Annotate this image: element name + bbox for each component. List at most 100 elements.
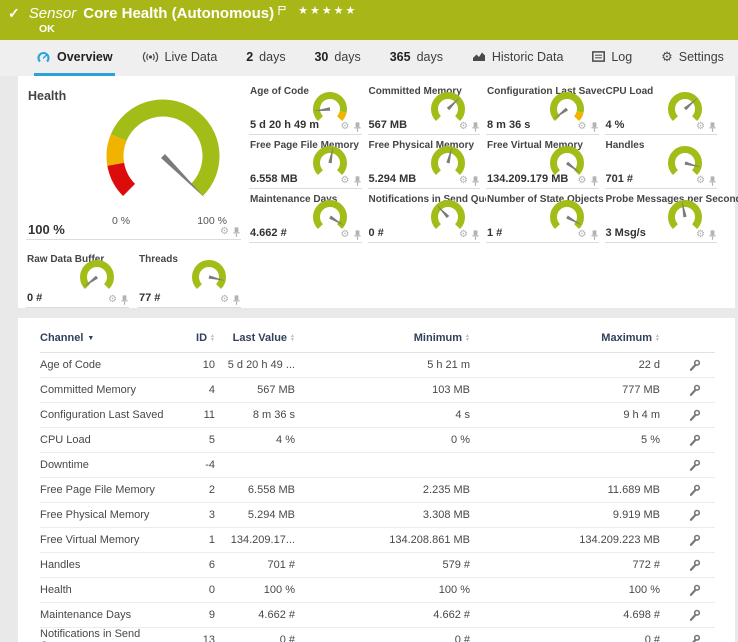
gauge-icon xyxy=(36,51,51,63)
id-cell: 11 xyxy=(170,409,215,421)
gear-icon[interactable]: ⚙ xyxy=(696,176,705,186)
channel-cell: Downtime xyxy=(40,459,170,471)
tab-label: Settings xyxy=(679,50,724,64)
gear-icon[interactable]: ⚙ xyxy=(696,230,705,240)
tab-30-days[interactable]: 30 days xyxy=(312,40,362,76)
gauge-value: 4.662 # xyxy=(250,227,287,239)
gauge-value: 567 MB xyxy=(369,119,408,131)
pin-icon[interactable] xyxy=(472,230,479,240)
last-value-cell: 0 # xyxy=(215,634,295,642)
channel-cell: CPU Load xyxy=(40,434,170,446)
priority-stars[interactable]: ★★★★★ xyxy=(298,3,357,20)
column-header-maximum[interactable]: Maximum▲▼ xyxy=(470,332,660,344)
tab-log[interactable]: Log xyxy=(590,40,634,76)
tab-label: Live Data xyxy=(165,50,218,64)
gauge-title: Health xyxy=(28,89,66,103)
channel-settings-wrench-icon[interactable] xyxy=(689,634,701,642)
pin-icon[interactable] xyxy=(709,176,716,186)
gear-icon[interactable]: ⚙ xyxy=(108,295,117,305)
sensor-status-badge: OK xyxy=(39,23,728,35)
channel-settings-wrench-icon[interactable] xyxy=(689,584,701,596)
status-ok-check-icon: ✓ xyxy=(8,5,20,22)
tab-2-days[interactable]: 2 days xyxy=(244,40,287,76)
gear-icon[interactable]: ⚙ xyxy=(696,122,705,132)
pin-icon[interactable] xyxy=(354,176,361,186)
id-cell: 10 xyxy=(170,359,215,371)
column-header-last-value[interactable]: Last Value▲▼ xyxy=(215,332,295,344)
tab-overview[interactable]: Overview xyxy=(34,40,115,76)
id-cell: 6 xyxy=(170,559,215,571)
channel-cell: Maintenance Days xyxy=(40,609,170,621)
sort-desc-icon[interactable]: ▼ xyxy=(87,335,94,342)
tile-actions: ⚙ xyxy=(696,176,716,186)
pin-icon[interactable] xyxy=(354,122,361,132)
flag-icon[interactable] xyxy=(278,2,286,19)
gear-icon[interactable]: ⚙ xyxy=(341,122,350,132)
column-header-minimum[interactable]: Minimum▲▼ xyxy=(295,332,470,344)
pin-icon[interactable] xyxy=(709,122,716,132)
gauge-title: Age of Code xyxy=(250,86,309,97)
gear-icon[interactable]: ⚙ xyxy=(341,176,350,186)
minimum-cell: 0 % xyxy=(295,434,470,446)
channel-settings-wrench-icon[interactable] xyxy=(689,509,701,521)
channel-settings-wrench-icon[interactable] xyxy=(689,484,701,496)
tab-365-days[interactable]: 365 days xyxy=(388,40,445,76)
channel-settings-wrench-icon[interactable] xyxy=(689,534,701,546)
gauge-value: 5.294 MB xyxy=(369,173,417,185)
column-header-channel[interactable]: Channel▼ xyxy=(40,332,170,344)
gauge-value: 134.209.179 MB xyxy=(487,173,568,185)
tile-actions: ⚙ xyxy=(341,230,361,240)
tile-actions: ⚙ xyxy=(341,122,361,132)
maximum-cell: 772 # xyxy=(470,559,660,571)
channel-settings-wrench-icon[interactable] xyxy=(689,409,701,421)
minimum-cell: 134.208.861 MB xyxy=(295,534,470,546)
table-row-notifications-in-send-queue: Notifications in Send Queue 13 0 # 0 # 0… xyxy=(40,628,715,642)
pin-icon[interactable] xyxy=(233,295,240,305)
pin-icon[interactable] xyxy=(591,176,598,186)
tab-historic-data[interactable]: Historic Data xyxy=(470,40,566,76)
pin-icon[interactable] xyxy=(709,230,716,240)
live-icon xyxy=(142,51,159,63)
gear-icon[interactable]: ⚙ xyxy=(341,230,350,240)
gear-icon[interactable]: ⚙ xyxy=(459,122,468,132)
table-row-free-virtual-memory: Free Virtual Memory 1 134.209.17... 134.… xyxy=(40,528,715,553)
channel-settings-wrench-icon[interactable] xyxy=(689,559,701,571)
gear-icon[interactable]: ⚙ xyxy=(578,230,587,240)
tile-actions: ⚙ xyxy=(341,176,361,186)
tile-actions: ⚙ xyxy=(220,295,240,305)
gear-icon[interactable]: ⚙ xyxy=(220,227,229,237)
gauge-tile-free-page-file-memory: Free Page File Memory 6.558 MB ⚙ xyxy=(249,138,362,189)
gauge-tile-probe-messages-per-second: Probe Messages per Second 3 Msg/s ⚙ xyxy=(605,192,718,243)
pin-icon[interactable] xyxy=(354,230,361,240)
last-value-cell: 4 % xyxy=(215,434,295,446)
channel-settings-wrench-icon[interactable] xyxy=(689,434,701,446)
gear-icon[interactable]: ⚙ xyxy=(459,230,468,240)
pin-icon[interactable] xyxy=(472,176,479,186)
tile-actions: ⚙ xyxy=(459,176,479,186)
gauge-value: 6.558 MB xyxy=(250,173,298,185)
table-row-free-physical-memory: Free Physical Memory 3 5.294 MB 3.308 MB… xyxy=(40,503,715,528)
channel-settings-wrench-icon[interactable] xyxy=(689,459,701,471)
id-cell: 4 xyxy=(170,384,215,396)
channel-settings-wrench-icon[interactable] xyxy=(689,384,701,396)
tab-label: days xyxy=(259,50,285,64)
gauge-axis-min-label: 0 % xyxy=(112,215,130,227)
pin-icon[interactable] xyxy=(472,122,479,132)
minimum-cell: 2.235 MB xyxy=(295,484,470,496)
pin-icon[interactable] xyxy=(121,295,128,305)
channel-settings-wrench-icon[interactable] xyxy=(689,359,701,371)
gear-icon[interactable]: ⚙ xyxy=(578,176,587,186)
gear-icon[interactable]: ⚙ xyxy=(220,295,229,305)
gear-icon[interactable]: ⚙ xyxy=(459,176,468,186)
table-row-free-page-file-memory: Free Page File Memory 2 6.558 MB 2.235 M… xyxy=(40,478,715,503)
column-header-id[interactable]: ID▲▼ xyxy=(170,332,215,344)
tab-live-data[interactable]: Live Data xyxy=(140,40,220,76)
tab-settings[interactable]: ⚙ Settings xyxy=(659,40,726,76)
pin-icon[interactable] xyxy=(591,122,598,132)
gear-icon[interactable]: ⚙ xyxy=(578,122,587,132)
sort-toggle-icon[interactable]: ▲▼ xyxy=(655,334,660,342)
pin-icon[interactable] xyxy=(233,227,240,237)
pin-icon[interactable] xyxy=(591,230,598,240)
channel-settings-wrench-icon[interactable] xyxy=(689,609,701,621)
id-cell: 2 xyxy=(170,484,215,496)
